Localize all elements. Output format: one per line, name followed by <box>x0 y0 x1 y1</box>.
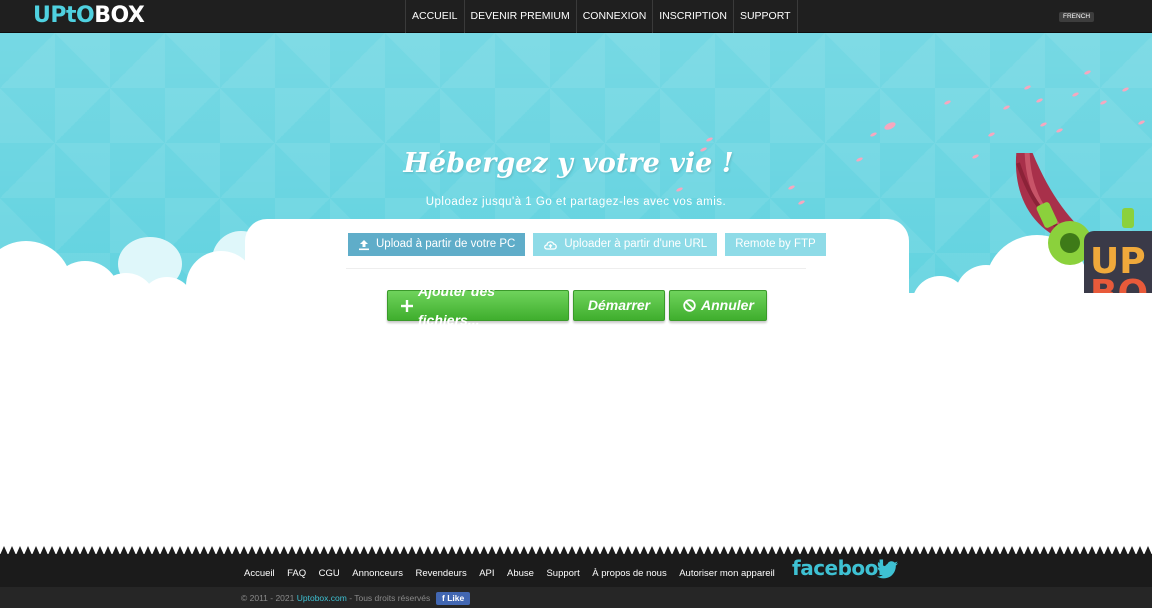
logo-part-2: BOX <box>94 3 145 28</box>
cancel-label: Annuler <box>701 297 754 313</box>
top-bar: UPtOBOX ACCUEIL DEVENIR PREMIUM CONNEXIO… <box>0 0 1152 33</box>
facebook-link[interactable]: facebook <box>792 556 891 580</box>
ban-icon <box>683 299 696 312</box>
nav-accueil[interactable]: ACCUEIL <box>405 0 464 33</box>
start-button[interactable]: Démarrer <box>573 290 665 321</box>
upload-icon <box>358 239 370 251</box>
tab-remote-ftp[interactable]: Remote by FTP <box>725 233 826 256</box>
like-label: Like <box>447 593 465 603</box>
upload-tabs: Upload à partir de votre PC Uploader à p… <box>348 233 826 256</box>
footer-link-annonceurs[interactable]: Annonceurs <box>352 568 403 579</box>
nav-connexion[interactable]: CONNEXION <box>575 0 653 33</box>
footer-bottom-bar <box>0 587 1152 608</box>
logo-part-1: UPtO <box>33 3 95 28</box>
footer-link-faq[interactable]: FAQ <box>287 568 306 579</box>
cancel-button[interactable]: Annuler <box>669 290 767 321</box>
copyright-site-link[interactable]: Uptobox.com <box>297 593 347 603</box>
footer-link-revendeurs[interactable]: Revendeurs <box>415 568 466 579</box>
upload-actions: Ajouter des fichiers... Démarrer Annuler <box>387 283 767 328</box>
panel-divider <box>346 268 806 269</box>
svg-text:BO: BO <box>1090 273 1148 293</box>
footer-link-accueil[interactable]: Accueil <box>244 568 275 579</box>
plus-icon <box>401 299 413 312</box>
twitter-icon[interactable] <box>877 561 899 584</box>
copyright-notice: © 2011 - 2021 Uptobox.com - Tous droits … <box>241 593 430 603</box>
footer-link-abuse[interactable]: Abuse <box>507 568 534 579</box>
copyright-suffix: - Tous droits réservés <box>346 593 431 603</box>
footer-link-autoriser-appareil[interactable]: Autoriser mon appareil <box>679 568 775 579</box>
footer-link-support[interactable]: Support <box>546 568 579 579</box>
nav-devenir-premium[interactable]: DEVENIR PREMIUM <box>463 0 576 33</box>
add-files-label: Ajouter des fichiers... <box>418 282 496 328</box>
tab-upload-pc[interactable]: Upload à partir de votre PC <box>348 233 526 256</box>
main-nav: ACCUEIL DEVENIR PREMIUM CONNEXION INSCRI… <box>405 0 798 33</box>
nav-support[interactable]: SUPPORT <box>732 0 798 33</box>
cloud-upload-icon <box>543 239 558 251</box>
copyright-prefix: © 2011 - 2021 <box>241 593 297 603</box>
facebook-f-icon: f <box>442 593 445 603</box>
add-files-button[interactable]: Ajouter des fichiers... <box>387 283 569 328</box>
tab-upload-url-label: Uploader à partir d'une URL <box>564 238 708 250</box>
footer-link-a-propos[interactable]: À propos de nous <box>592 568 666 579</box>
hero-subtitle: Uploadez jusqu'à 1 Go et partagez-les av… <box>425 196 727 208</box>
footer-links: Accueil FAQ CGU Annonceurs Revendeurs AP… <box>244 568 787 579</box>
tab-upload-url[interactable]: Uploader à partir d'une URL <box>533 233 718 256</box>
language-selector[interactable]: FRENCH <box>1059 12 1095 22</box>
tab-upload-pc-label: Upload à partir de votre PC <box>376 238 516 250</box>
start-label: Démarrer <box>587 297 651 313</box>
footer-link-cgu[interactable]: CGU <box>319 568 340 579</box>
nav-inscription[interactable]: INSCRIPTION <box>652 0 733 33</box>
facebook-like-button[interactable]: f Like <box>436 592 471 605</box>
footer-link-api[interactable]: API <box>479 568 494 579</box>
site-logo[interactable]: UPtOBOX <box>33 3 145 28</box>
tab-remote-ftp-label: Remote by FTP <box>735 238 816 250</box>
hero-title: Hébergez y votre vie ! <box>403 148 734 179</box>
